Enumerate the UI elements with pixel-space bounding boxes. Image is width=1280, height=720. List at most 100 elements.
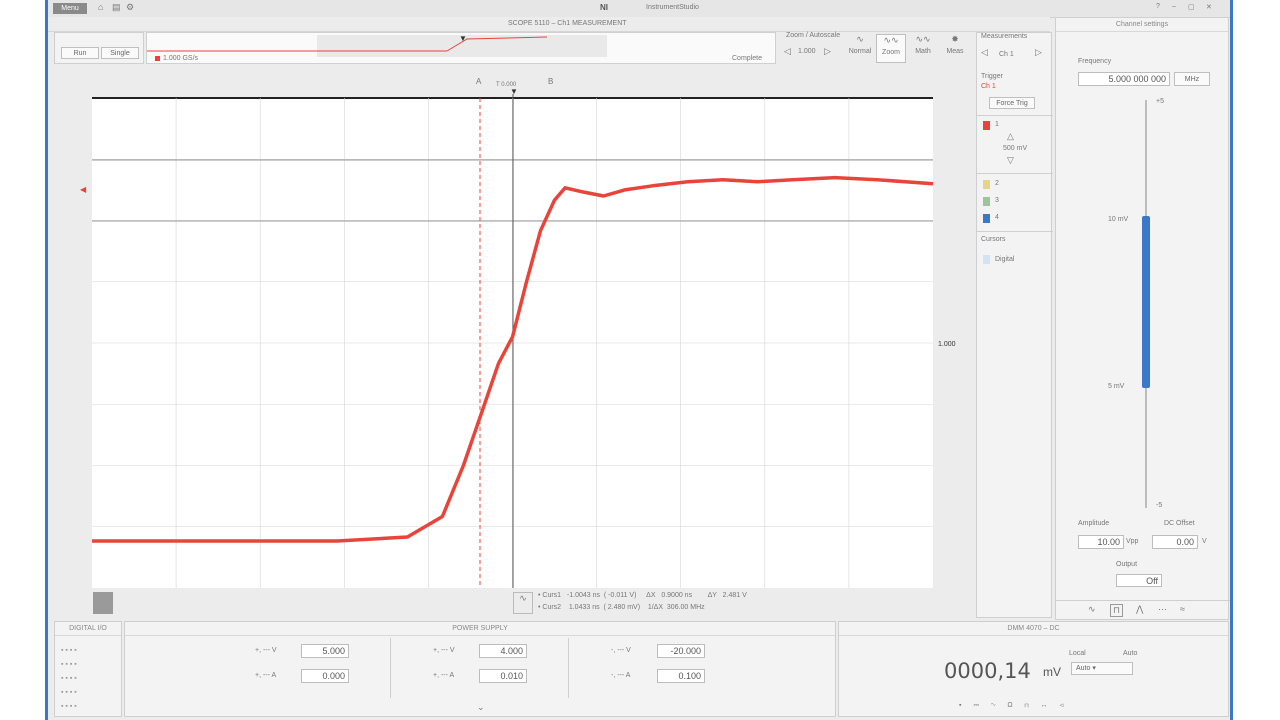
meas-mode-button[interactable]: ✸ Meas [940,34,970,63]
zoom-right-icon[interactable]: ▷ [824,46,831,57]
offset-field[interactable]: 0.00 [1152,535,1198,549]
ps2-voltage-label: +, --- V [433,647,455,654]
zoom-value[interactable]: 1.000 [798,48,816,55]
app-title: InstrumentStudio [646,4,699,11]
overview-marker: ▼ [459,34,467,43]
menu-button[interactable]: Menu [53,3,87,14]
output-field[interactable]: Off [1116,574,1162,587]
square-icon[interactable]: ⊓ [1110,604,1124,617]
channel-3-label[interactable]: 3 [995,197,999,204]
scale-up-icon[interactable]: △ [1007,131,1014,142]
math-mode-button[interactable]: ∿∿ Math [908,34,938,63]
cursor-a-label[interactable]: A [476,77,482,86]
triangle-icon[interactable]: ⋀ [1136,604,1143,615]
noise-icon[interactable]: ≈ [1180,604,1185,614]
dmm-function-icons[interactable]: ▪⎓∿Ω⊓↔⊲ [959,702,1076,710]
channel-1-label[interactable]: 1 [995,121,999,128]
ps3-current-field[interactable]: 0.100 [657,669,705,683]
ps3-voltage-field[interactable]: -20.000 [657,644,705,658]
zoom-controls: Zoom / Autoscale ◁ 1.000 ▷ ∿ Normal ∿∿ Z… [780,32,980,64]
cursor-readout-line2: • Curs2 1.0433 ns ( 2.480 mV) 1/ΔX 306.0… [538,604,705,611]
zoom-mode-label: Zoom [882,49,900,56]
amplitude-unit: Vpp [1126,538,1139,545]
channel-3-swatch[interactable] [983,197,990,206]
scale-top: +5 [1156,98,1164,105]
meas-right-icon[interactable]: ▷ [1035,47,1042,58]
home-icon[interactable]: ⌂ [98,2,103,12]
output-label: Output [1116,561,1138,568]
dmm-unit: mV [1043,665,1061,679]
maximize-icon[interactable]: ▢ [1188,3,1195,11]
digital-label[interactable]: Digital [995,256,1014,263]
acquisition-mode-panel: Run Single [54,32,144,64]
frequency-label: Frequency [1078,58,1112,65]
vertical-scale: 500 mV [1003,145,1028,152]
trigger-label: Trigger [981,73,1003,80]
zoom-mode-button[interactable]: ∿∿ Zoom [876,34,906,63]
digital-io-panel: DIGITAL I/O ▪ ▪ ▪ ▪ ▪ ▪ ▪ ▪ ▪ ▪ ▪ ▪ ▪ ▪ ▪ ▪… [54,621,122,717]
overview-strip[interactable]: ▼ 1.000 GS/s Complete [146,32,776,64]
channel-2-label[interactable]: 2 [995,180,999,187]
offset-label: DC Offset [1164,520,1195,527]
ramp-icon[interactable]: ⋯ [1158,604,1167,615]
trigger-marker-icon[interactable]: ▼ [510,87,518,96]
single-button[interactable]: Single [101,47,139,59]
plot-svg[interactable]: A B T 0.000 ▼ ◀ 1.000 [48,66,973,618]
ps2-voltage-field[interactable]: 4.000 [479,644,527,658]
run-button[interactable]: Run [61,47,99,59]
scope-header: SCOPE 5110 – Ch1 MEASUREMENT [48,17,1050,32]
ps1-current-field[interactable]: 0.000 [301,669,349,683]
acq-status: Complete [732,55,762,62]
channel-1-swatch[interactable] [983,121,990,130]
zoom-label: Zoom / Autoscale [786,32,841,39]
normal-mode-label: Normal [848,48,872,55]
normal-mode-button[interactable]: ∿ Normal [846,34,874,63]
sine-icon[interactable]: ∿ [1088,604,1096,615]
frequency-field[interactable]: 5.000 000 000 [1078,72,1170,86]
save-icon[interactable]: ▤ [112,2,121,13]
divider [1056,600,1230,601]
minimize-icon[interactable]: – [1172,3,1176,10]
divider [977,231,1053,232]
digital-swatch[interactable] [983,255,990,264]
dmm-range-select[interactable]: Auto ▾ [1071,662,1133,675]
settings-icon[interactable]: ⚙ [126,2,134,13]
amplitude-field[interactable]: 10.00 [1078,535,1124,549]
channel-4-swatch[interactable] [983,214,990,223]
channel-4-label[interactable]: 4 [995,214,999,221]
measurements-title: Measurements [981,33,1028,40]
math-wave-icon: ∿∿ [915,34,931,44]
divider [390,638,391,698]
expand-icon[interactable]: ⌄ [477,702,485,713]
meas-left-icon[interactable]: ◁ [981,47,988,58]
meas-selector[interactable]: Ch 1 [999,51,1014,58]
settings-panel: Channel settings Frequency 5.000 000 000… [1055,17,1230,620]
power-supply-title: POWER SUPPLY [125,622,835,636]
channel-2-swatch[interactable] [983,180,990,189]
close-icon[interactable]: ✕ [1206,3,1212,11]
trigger-source[interactable]: Ch 1 [981,83,996,90]
math-mode-label: Math [915,48,931,55]
frequency-unit-select[interactable]: MHz [1174,72,1210,86]
divider [977,115,1053,116]
digital-io-grid[interactable]: ▪ ▪ ▪ ▪ ▪ ▪ ▪ ▪ ▪ ▪ ▪ ▪ ▪ ▪ ▪ ▪ ▪ ▪ ▪ ▪ [61,644,77,714]
force-trigger-button[interactable]: Force Trig [989,97,1035,109]
channel-offset-marker[interactable]: ◀ [80,185,87,194]
cursors-label[interactable]: Cursors [981,236,1006,243]
channel-swatch [155,56,160,61]
ps2-current-field[interactable]: 0.010 [479,669,527,683]
zoom-left-icon[interactable]: ◁ [784,46,791,57]
ps1-voltage-field[interactable]: 5.000 [301,644,349,658]
scale-down-icon[interactable]: ▽ [1007,155,1014,166]
frequency-slider-range[interactable] [1142,216,1150,388]
cursor-toggle-button[interactable]: ∿ [513,592,533,614]
ni-logo: NI [600,3,608,12]
overview-waveform: ▼ [147,34,607,57]
help-icon[interactable]: ? [1156,3,1160,10]
dmm-mode: Local [1069,650,1086,657]
wave-icon: ∿ [519,593,527,603]
measurements-panel: Measurements ◁ Ch 1 ▷ Trigger Ch 1 Force… [976,32,1053,618]
cursor-b-label[interactable]: B [548,77,553,86]
ps2-current-label: +, --- A [433,672,455,679]
edit-icon[interactable] [93,592,113,614]
